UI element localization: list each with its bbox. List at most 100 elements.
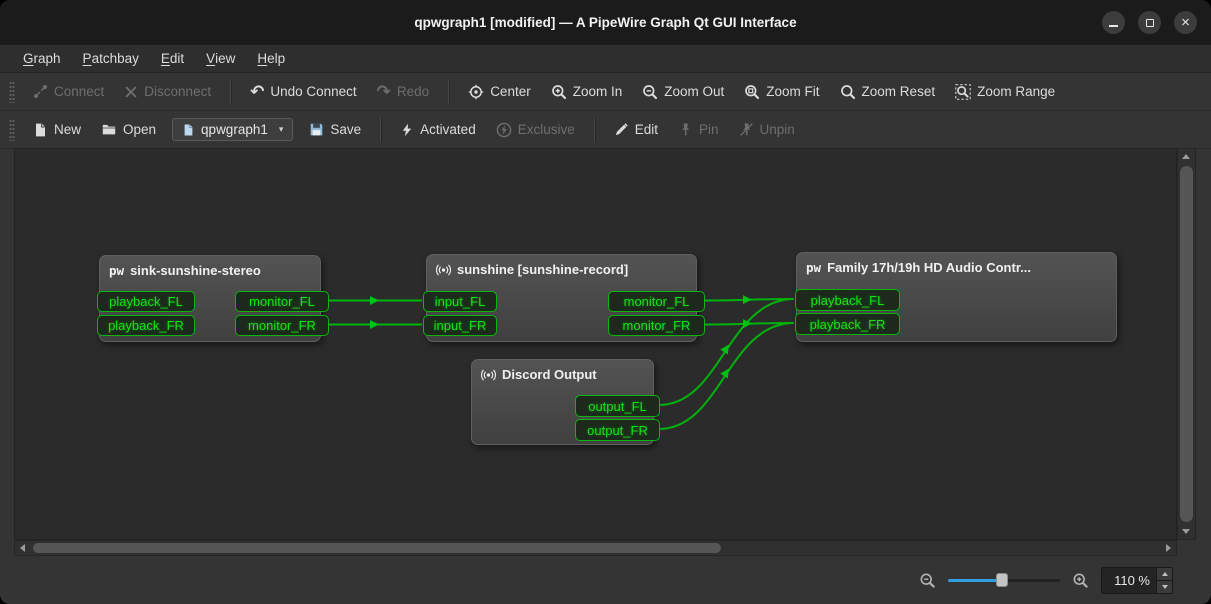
node-header: sunshine [sunshine-record] — [427, 255, 696, 277]
connections-layer — [15, 149, 1177, 540]
menu-patchbay[interactable]: Patchbay — [72, 45, 150, 72]
exclusive-toggle[interactable]: Exclusive — [487, 117, 584, 143]
graph-canvas[interactable]: pw sink-sunshine-stereo playback_FL play… — [14, 148, 1177, 540]
menu-help[interactable]: Help — [246, 45, 296, 72]
disconnect-button[interactable]: Disconnect — [115, 79, 220, 104]
minimize-button[interactable] — [1102, 11, 1125, 34]
port-output-fr[interactable]: output_FR — [575, 419, 660, 441]
port-input-fl[interactable]: input_FL — [423, 291, 497, 312]
new-patchbay-button[interactable]: New — [24, 117, 90, 143]
scroll-up-arrow[interactable] — [1182, 154, 1190, 159]
toolbar-drag-handle[interactable] — [9, 81, 15, 103]
toolbar-separator — [230, 80, 231, 104]
undo-connect-button[interactable]: ↶ Undo Connect — [241, 79, 366, 104]
open-patchbay-button[interactable]: Open — [92, 117, 165, 142]
pipewire-icon: pw — [109, 263, 124, 278]
menu-edit[interactable]: Edit — [150, 45, 195, 72]
horizontal-scrollbar-thumb[interactable] — [33, 543, 721, 553]
chevron-down-icon: ▾ — [279, 124, 284, 135]
close-button[interactable]: × — [1174, 11, 1197, 34]
zoom-fit-icon — [744, 84, 760, 100]
undo-icon: ↶ — [250, 85, 264, 99]
zoom-in-small-button[interactable] — [1072, 572, 1089, 589]
horizontal-scrollbar[interactable] — [14, 540, 1177, 556]
node-title-text: Family 17h/19h HD Audio Contr... — [827, 260, 1031, 275]
pin-button[interactable]: Pin — [669, 117, 728, 142]
port-monitor-fl[interactable]: monitor_FL — [608, 291, 705, 312]
scroll-down-arrow[interactable] — [1182, 529, 1190, 534]
window-controls: × — [1102, 0, 1197, 45]
zoom-spinbox[interactable]: 110 % — [1101, 567, 1173, 594]
patchbay-selector[interactable]: qpwgraph1 ▾ — [172, 118, 293, 141]
zoom-in-icon — [1072, 572, 1089, 589]
save-patchbay-button[interactable]: Save — [300, 117, 370, 142]
pin-icon — [678, 122, 693, 137]
menubar: Graph Patchbay Edit View Help — [0, 45, 1211, 73]
redo-button[interactable]: ↷ Redo — [368, 79, 439, 104]
node-title-text: sink-sunshine-stereo — [130, 263, 261, 278]
new-file-icon — [33, 122, 48, 138]
graph-toolbar: Connect Disconnect ↶ Undo Connect ↷ Redo… — [0, 73, 1211, 111]
disconnect-icon — [124, 85, 138, 99]
port-monitor-fr[interactable]: monitor_FR — [235, 315, 329, 336]
zoom-reset-button[interactable]: Zoom Reset — [831, 79, 945, 105]
node-sunshine[interactable]: sunshine [sunshine-record] input_FL inpu… — [426, 254, 697, 342]
spin-down-icon — [1162, 585, 1168, 589]
vertical-scrollbar-thumb[interactable] — [1180, 166, 1193, 522]
redo-icon: ↷ — [377, 85, 391, 99]
spin-up-button[interactable] — [1156, 568, 1172, 580]
unpin-button[interactable]: Unpin — [730, 117, 804, 142]
toolbar-separator — [594, 118, 595, 142]
port-output-fl[interactable]: output_FL — [575, 395, 660, 417]
node-family-hd-audio[interactable]: pw Family 17h/19h HD Audio Contr... play… — [796, 252, 1117, 342]
activated-toggle[interactable]: Activated — [391, 117, 485, 143]
edit-patchbay-button[interactable]: Edit — [605, 117, 667, 142]
port-monitor-fl[interactable]: monitor_FL — [235, 291, 329, 312]
zoom-in-button[interactable]: Zoom In — [542, 79, 632, 105]
toolbar-drag-handle[interactable] — [9, 119, 15, 141]
zoom-slider-fill — [948, 579, 1002, 582]
spin-up-icon — [1162, 572, 1168, 576]
zoom-slider-handle[interactable] — [996, 573, 1008, 587]
connect-button[interactable]: Connect — [24, 79, 113, 104]
titlebar[interactable]: qpwgraph1 [modified] — A PipeWire Graph … — [0, 0, 1211, 45]
zoom-out-icon — [919, 572, 936, 589]
zoom-out-button[interactable]: Zoom Out — [633, 79, 733, 105]
center-icon — [468, 84, 484, 100]
vertical-scrollbar[interactable] — [1177, 148, 1196, 540]
node-discord-output[interactable]: Discord Output output_FL output_FR — [471, 359, 654, 445]
node-header: pw Family 17h/19h HD Audio Contr... — [797, 253, 1116, 275]
zoom-out-small-button[interactable] — [919, 572, 936, 589]
center-button[interactable]: Center — [459, 79, 540, 105]
zoom-range-icon — [955, 84, 971, 100]
zoom-value[interactable]: 110 % — [1102, 573, 1156, 588]
maximize-button[interactable] — [1138, 11, 1161, 34]
open-folder-icon — [101, 122, 117, 137]
zoom-range-button[interactable]: Zoom Range — [946, 79, 1064, 105]
window-title: qpwgraph1 [modified] — A PipeWire Graph … — [414, 15, 796, 30]
port-input-fr[interactable]: input_FR — [423, 315, 497, 336]
statusbar: 110 % — [0, 556, 1211, 604]
spin-down-button[interactable] — [1156, 580, 1172, 593]
port-playback-fr[interactable]: playback_FR — [97, 315, 195, 336]
zoom-out-icon — [642, 84, 658, 100]
exclusive-lightning-icon — [496, 122, 512, 138]
port-playback-fl[interactable]: playback_FL — [97, 291, 195, 312]
node-title-text: sunshine [sunshine-record] — [457, 262, 628, 277]
scroll-right-arrow[interactable] — [1166, 544, 1171, 552]
node-title-text: Discord Output — [502, 367, 597, 382]
menu-view[interactable]: View — [195, 45, 246, 72]
maximize-icon — [1146, 19, 1154, 27]
port-playback-fr[interactable]: playback_FR — [795, 313, 900, 335]
connect-icon — [33, 84, 48, 99]
patchbay-file-icon — [182, 123, 195, 137]
scroll-left-arrow[interactable] — [20, 544, 25, 552]
zoom-slider[interactable] — [948, 572, 1060, 588]
patchbay-toolbar: New Open qpwgraph1 ▾ Save Activated Excl… — [0, 111, 1211, 149]
node-sink-sunshine-stereo[interactable]: pw sink-sunshine-stereo playback_FL play… — [99, 255, 321, 342]
lightning-icon — [400, 122, 414, 138]
zoom-fit-button[interactable]: Zoom Fit — [735, 79, 828, 105]
menu-graph[interactable]: Graph — [12, 45, 72, 72]
port-monitor-fr[interactable]: monitor_FR — [608, 315, 705, 336]
port-playback-fl[interactable]: playback_FL — [795, 289, 900, 311]
